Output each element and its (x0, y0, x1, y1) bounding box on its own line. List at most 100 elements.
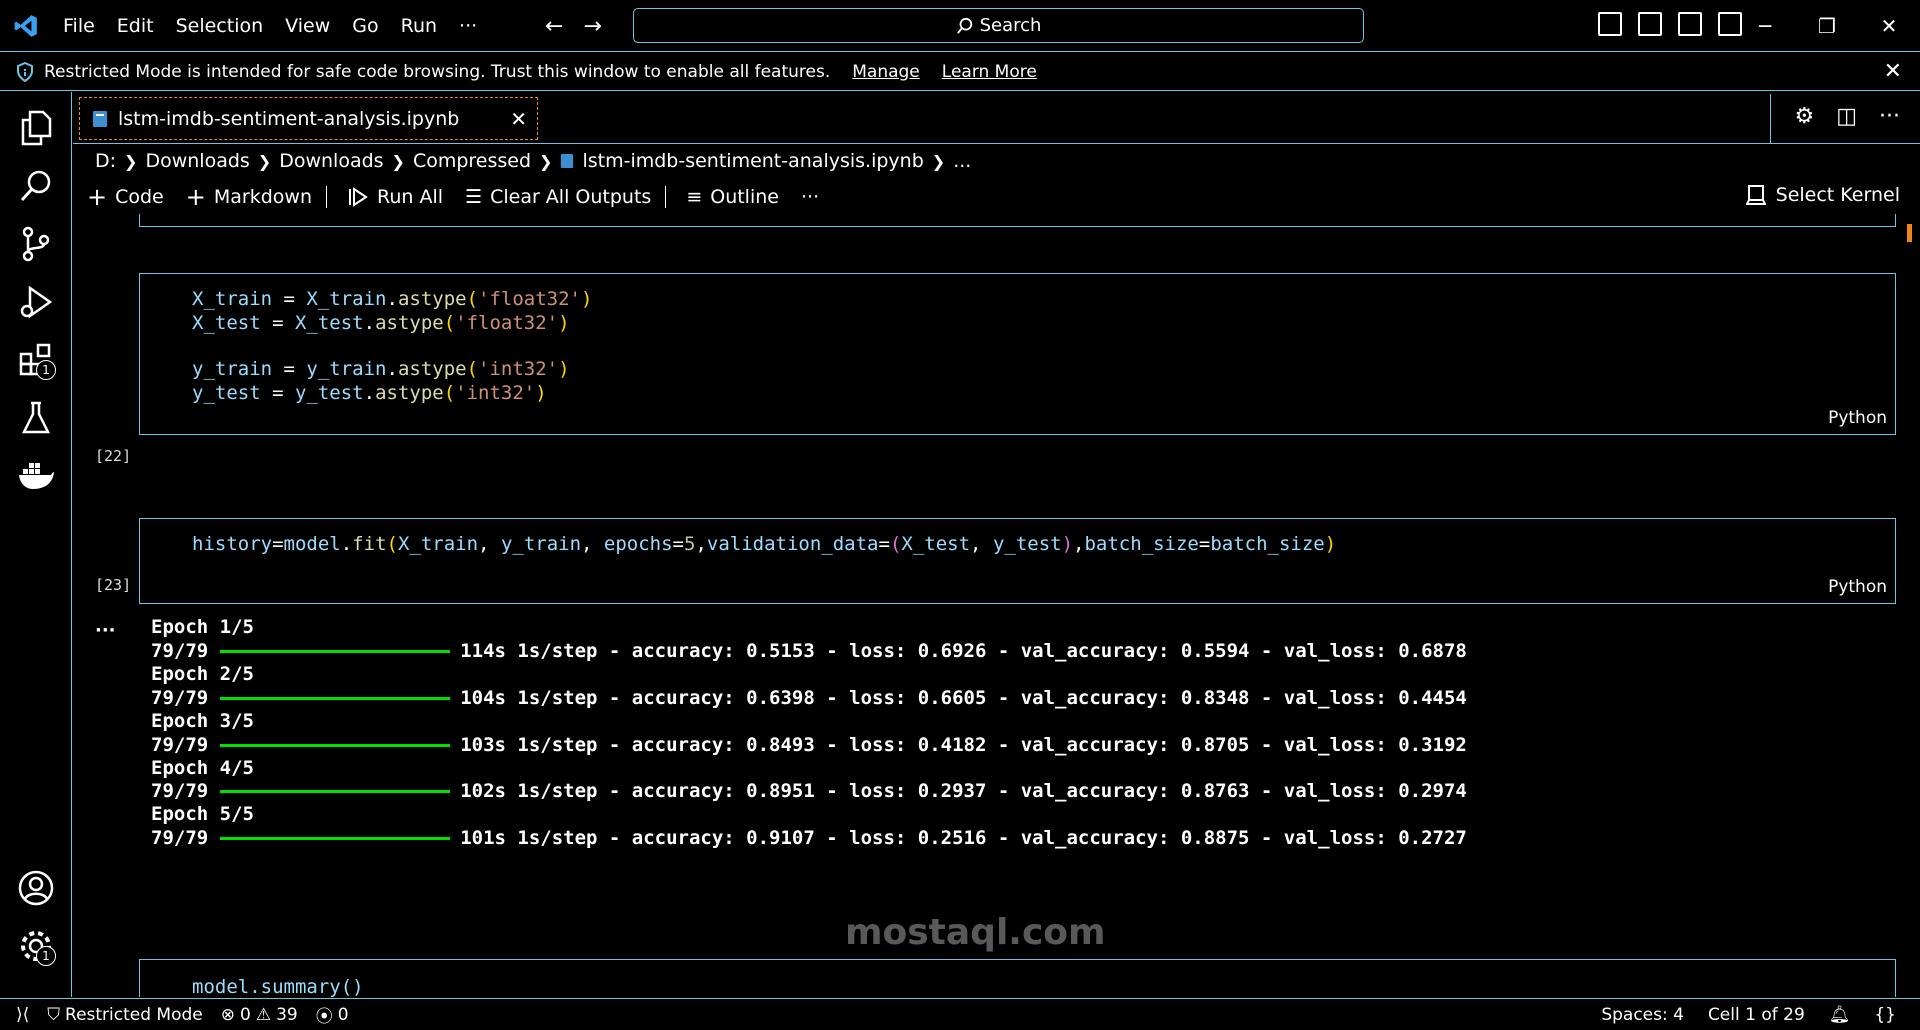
editor-scrollbar[interactable] (1903, 214, 1920, 997)
code-cell-next[interactable]: model.summary() (139, 959, 1896, 997)
close-tab-icon[interactable]: ✕ (510, 107, 527, 131)
code-line[interactable]: y_train = y_train.astype('int32') (192, 358, 570, 380)
chevron-right-icon: ❯ (257, 151, 272, 171)
toggle-primary-sidebar-icon[interactable] (1598, 12, 1622, 36)
code-cell-23[interactable]: history=model.fit(X_train, y_train, epoc… (139, 518, 1896, 604)
notebook-editor: X_train = X_train.astype('float32') X_te… (73, 214, 1903, 997)
search-sidebar-icon[interactable] (14, 164, 58, 208)
minimize-icon[interactable]: ─ (1734, 0, 1796, 52)
add-code-cell-button[interactable]: + Code (87, 183, 164, 211)
breadcrumb-item[interactable]: Compressed (413, 150, 531, 172)
toolbar-more-button[interactable]: ··· (801, 186, 819, 208)
menu-edit[interactable]: Edit (106, 0, 165, 52)
run-debug-icon[interactable] (14, 280, 58, 324)
progress-bar (220, 837, 451, 840)
clear-all-label: Clear All Outputs (490, 186, 652, 208)
previous-cell[interactable] (139, 214, 1896, 227)
outline-button[interactable]: ≡ Outline (686, 186, 779, 208)
more-label: ··· (800, 186, 820, 208)
menu-view[interactable]: View (274, 0, 341, 52)
cell-position-status[interactable]: Cell 1 of 29 (1708, 1005, 1805, 1025)
code-line[interactable]: y_test = y_test.astype('int32') (192, 382, 547, 404)
manage-link[interactable]: Manage (852, 62, 920, 82)
breadcrumb-item[interactable]: Downloads (145, 150, 249, 172)
breadcrumb-item[interactable]: ... (953, 150, 971, 172)
chevron-right-icon: ❯ (391, 151, 405, 171)
cell-language[interactable]: Python (1828, 577, 1887, 597)
output-progress-line: 79/79 103s 1s/step - accuracy: 0.8493 - l… (151, 734, 1467, 756)
breadcrumb-item[interactable]: Downloads (279, 150, 383, 172)
kernel-icon (1745, 185, 1766, 205)
progress-bar (220, 790, 451, 793)
explorer-icon[interactable] (14, 106, 58, 150)
select-kernel-button[interactable]: Select Kernel (1745, 184, 1900, 206)
tab-notebook[interactable]: lstm-imdb-sentiment-analysis.ipynb ✕ (79, 97, 538, 140)
menu-selection[interactable]: Selection (165, 0, 275, 52)
menu-file[interactable]: File (52, 0, 106, 52)
toolbar-divider (665, 186, 667, 208)
vscode-logo-icon (0, 0, 52, 52)
restricted-mode-status[interactable]: ⛉ Restricted Mode (47, 1005, 202, 1025)
code-cell-22[interactable]: X_train = X_train.astype('float32') X_te… (139, 273, 1896, 435)
plus-icon: + (185, 183, 206, 211)
chevron-right-icon: ❯ (931, 151, 946, 171)
add-markdown-cell-button[interactable]: + Markdown (186, 183, 312, 211)
close-window-icon[interactable]: ✕ (1858, 0, 1920, 52)
code-line[interactable]: X_test = X_test.astype('float32') (192, 312, 570, 334)
restore-icon[interactable]: ❐ (1796, 0, 1858, 52)
restricted-mode-banner: Restricted Mode is intended for safe cod… (0, 53, 1920, 91)
menu-go[interactable]: Go (341, 0, 389, 52)
forward-arrow-icon[interactable]: → (583, 14, 601, 39)
split-editor-icon[interactable]: ◫ (1836, 104, 1857, 129)
manage-gear-icon[interactable]: 1 (14, 924, 58, 968)
accounts-icon[interactable] (14, 866, 58, 910)
extensions-icon[interactable]: 1 (14, 338, 58, 382)
error-count: 0 (240, 1004, 251, 1025)
more-actions-icon[interactable]: ··· (1879, 104, 1900, 129)
notifications-bell-icon[interactable]: 🔔︎ (1829, 1005, 1851, 1025)
output-steps: 79/79 (151, 827, 209, 849)
breadcrumb-item[interactable]: D: (95, 150, 116, 172)
output-epoch: Epoch 1/5 (151, 616, 254, 638)
toggle-secondary-sidebar-icon[interactable] (1678, 12, 1702, 36)
clear-all-icon: ☰ (465, 186, 483, 208)
settings-gear-icon[interactable]: ⚙ (1794, 104, 1814, 129)
run-all-icon (349, 187, 368, 207)
code-line[interactable]: model.summary() (192, 976, 364, 997)
output-stats: 104s 1s/step - accuracy: 0.6398 - loss: … (460, 687, 1467, 709)
cell-language[interactable]: Python (1828, 408, 1887, 428)
toggle-panel-icon[interactable] (1638, 12, 1662, 36)
output-actions-ellipsis[interactable]: ··· (95, 620, 116, 641)
breadcrumb-item[interactable]: lstm-imdb-sentiment-analysis.ipynb (582, 150, 923, 172)
code-line[interactable]: X_train = X_train.astype('float32') (192, 288, 592, 310)
command-center-search[interactable]: Search (633, 8, 1364, 43)
banner-message: Restricted Mode is intended for safe cod… (44, 61, 831, 82)
feedback-icon[interactable]: {} (1874, 1005, 1896, 1025)
problems-status[interactable]: ⊗ 0 ⚠ 39 (221, 1005, 298, 1025)
chevron-right-icon: ❯ (124, 151, 138, 171)
execution-count: [22] (95, 447, 132, 465)
run-all-button[interactable]: Run All (347, 186, 443, 208)
warning-icon: ⚠ (255, 1004, 272, 1025)
restricted-label: Restricted Mode (65, 1004, 203, 1025)
code-line[interactable]: history=model.fit(X_train, y_train, epoc… (192, 533, 1336, 555)
learn-more-link[interactable]: Learn More (942, 62, 1037, 82)
output-steps: 79/79 (151, 780, 209, 802)
remote-indicator-icon[interactable]: ⟩⟨ (16, 1005, 29, 1025)
close-banner-icon[interactable]: ✕ (1884, 59, 1902, 84)
testing-icon[interactable] (14, 396, 58, 440)
clear-all-outputs-button[interactable]: ☰ Clear All Outputs (465, 186, 651, 208)
search-icon (956, 17, 972, 34)
output-epoch: Epoch 4/5 (151, 757, 254, 779)
status-bar: ⟩⟨ ⛉ Restricted Mode ⊗ 0 ⚠ 39 ⦿ 0 Spaces… (0, 998, 1920, 1030)
ports-status[interactable]: ⦿ 0 (316, 1002, 349, 1028)
source-control-icon[interactable] (14, 222, 58, 266)
output-progress-line: 79/79 114s 1s/step - accuracy: 0.5153 - l… (151, 640, 1467, 662)
shield-icon: ⛉ (47, 1004, 61, 1025)
back-arrow-icon[interactable]: ← (545, 14, 563, 39)
docker-icon[interactable] (14, 454, 58, 498)
menu-run[interactable]: Run (390, 0, 448, 52)
indentation-status[interactable]: Spaces: 4 (1601, 1005, 1684, 1025)
output-stats: 102s 1s/step - accuracy: 0.8951 - loss: … (460, 780, 1467, 802)
menu-more[interactable]: ··· (448, 0, 488, 52)
